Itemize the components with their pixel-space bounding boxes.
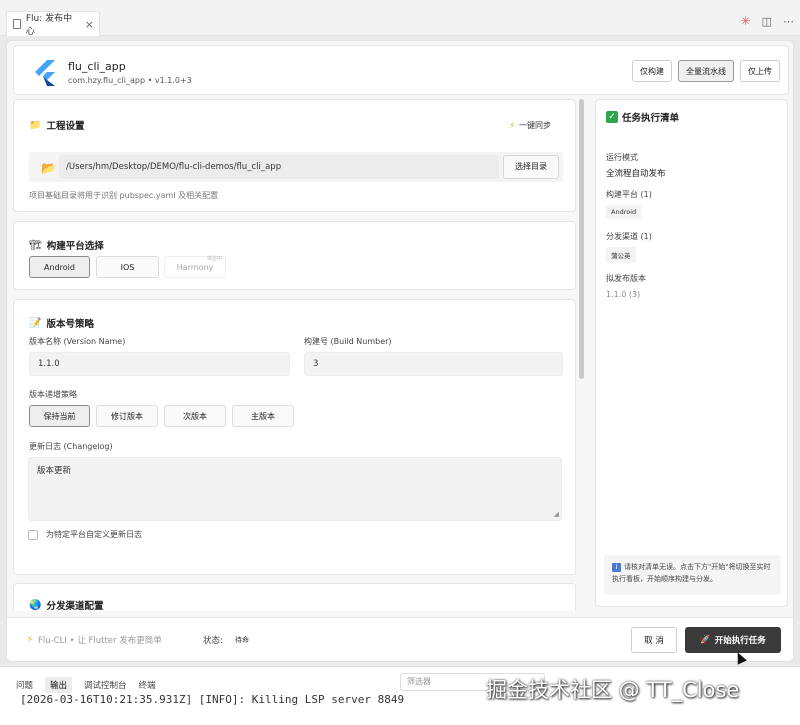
start-tasks-button[interactable]: 🚀 开始执行任务 [685, 627, 781, 653]
project-settings-card: 📁 工程设置 ⚡ 一键同步 📂 /Users/hm/Desktop/DEMO/f… [13, 99, 576, 212]
app-header: flu_cli_app com.hzy.flu_cli_app • v1.1.0… [13, 45, 789, 95]
resize-grip-icon[interactable]: ◢ [554, 510, 559, 518]
scrollbar-thumb[interactable] [579, 99, 584, 379]
release-version-label: 拟发布版本 [606, 274, 646, 283]
status-label: 状态: [203, 636, 223, 646]
custom-changelog-checkbox[interactable] [28, 529, 38, 540]
globe-icon: 🌏 [29, 599, 42, 611]
tab-actions: ✳ ◫ ⋯ [741, 14, 794, 28]
check-icon: ✓ [606, 111, 618, 123]
spark-icon[interactable]: ✳ [741, 14, 751, 28]
strategy-minor-button[interactable]: 次版本 [164, 405, 226, 427]
changelog-label: 更新日志 (Changelog) [29, 442, 113, 451]
build-number-label: 构建号 (Build Number) [304, 337, 392, 346]
platform-ios-button[interactable]: IOS [96, 256, 159, 278]
folder-open-icon: 📂 [41, 161, 56, 175]
more-icon[interactable]: ⋯ [783, 15, 794, 28]
channel-label: 分发渠道 (1) [606, 232, 652, 241]
bolt-icon: ⚡ [509, 121, 515, 130]
upload-only-button[interactable]: 仅上传 [740, 60, 780, 82]
folder-icon: 📁 [29, 119, 42, 131]
app-name: flu_cli_app [68, 60, 126, 73]
increment-strategy-label: 版本递增策略 [29, 390, 77, 399]
info-icon: i [612, 563, 621, 572]
strategy-major-button[interactable]: 主版本 [232, 405, 294, 427]
task-list-card: ✓ 任务执行清单 运行模式 全流程自动发布 构建平台 (1) Android 分… [595, 99, 788, 607]
tab-publish-center[interactable]: Flu: 发布中心 × [6, 11, 100, 37]
file-icon [13, 19, 21, 29]
cancel-button[interactable]: 取 消 [631, 627, 677, 653]
build-only-button[interactable]: 仅构建 [632, 60, 672, 82]
version-title: 📝 版本号策略 [29, 317, 94, 331]
distribution-card: 🌏 分发渠道配置 [13, 583, 576, 611]
build-icon: 🏗 [29, 239, 42, 251]
build-platform-label: 构建平台 (1) [606, 190, 652, 199]
run-mode-value: 全流程自动发布 [606, 169, 666, 179]
status-value: 待命 [235, 636, 249, 644]
watermark: 掘金技术社区 @ TT_Close [486, 678, 740, 702]
editor-tabstrip: Flu: 发布中心 × ✳ ◫ ⋯ [0, 0, 800, 37]
output-log-line: [2026-03-16T10:21:35.931Z] [INFO]: Killi… [20, 693, 405, 706]
run-mode-label: 运行模式 [606, 153, 638, 162]
tab-terminal[interactable]: 终端 [139, 679, 156, 691]
project-path-input[interactable]: /Users/hm/Desktop/DEMO/flu-cli-demos/flu… [59, 155, 499, 179]
project-settings-title: 📁 工程设置 [29, 119, 85, 133]
task-list-title: ✓ 任务执行清单 [606, 110, 679, 124]
bolt-icon: ⚡ [27, 635, 33, 645]
bottom-panel-tabs: 问题 输出 调试控制台 终端 [16, 677, 156, 693]
action-footer: ⚡ Flu-CLI • 让 Flutter 发布更简单 状态: 待命 取 消 🚀… [7, 617, 793, 661]
changelog-textarea[interactable]: 版本更新 ◢ [28, 457, 562, 521]
strategy-keep-button[interactable]: 保持当前 [29, 405, 90, 427]
rocket-icon: 🚀 [700, 635, 711, 645]
memo-icon: 📝 [29, 317, 42, 329]
footer-brand: ⚡ Flu-CLI • 让 Flutter 发布更简单 [27, 635, 162, 646]
strategy-patch-button[interactable]: 修订版本 [96, 405, 158, 427]
platform-chip: Android [606, 205, 642, 219]
channel-chip: 蒲公英 [606, 247, 636, 263]
settings-scroll-area[interactable]: 📁 工程设置 ⚡ 一键同步 📂 /Users/hm/Desktop/DEMO/f… [13, 99, 590, 611]
version-name-label: 版本名称 (Version Name) [29, 337, 126, 346]
split-editor-icon[interactable]: ◫ [762, 15, 772, 28]
beta-badge: 体验中 [206, 256, 222, 262]
tab-problems[interactable]: 问题 [16, 679, 33, 691]
build-number-input[interactable]: 3 [304, 352, 563, 376]
flutter-logo-icon [35, 60, 55, 86]
tab-title: Flu: 发布中心 [25, 14, 73, 37]
platform-android-button[interactable]: Android [29, 256, 90, 278]
platform-card: 🏗 构建平台选择 Android IOS Harmony 体验中 [13, 221, 576, 290]
distribution-title: 🌏 分发渠道配置 [29, 599, 104, 612]
project-path-row: 📂 /Users/hm/Desktop/DEMO/flu-cli-demos/f… [29, 152, 563, 182]
version-name-input[interactable]: 1.1.0 [29, 352, 290, 376]
platform-title: 🏗 构建平台选择 [29, 239, 104, 253]
close-icon[interactable]: × [85, 18, 94, 31]
tab-output[interactable]: 输出 [45, 677, 73, 693]
publish-panel: flu_cli_app com.hzy.flu_cli_app • v1.1.0… [6, 40, 794, 662]
choose-directory-button[interactable]: 选择目录 [503, 155, 559, 179]
task-notice: i 请核对清单无误。点击下方"开始"将切换至实时执行看板，开始顺序构建与分发。 [604, 555, 781, 595]
release-version-value: 1.1.0 (3) [606, 290, 641, 299]
platform-harmony-button[interactable]: Harmony 体验中 [164, 256, 226, 278]
project-path-hint: 项目基础目录将用于识别 pubspec.yaml 及相关配置 [29, 191, 219, 200]
mode-buttons: 仅构建 全量流水线 仅上传 [632, 60, 780, 82]
tab-debug-console[interactable]: 调试控制台 [84, 679, 127, 691]
custom-changelog-option[interactable]: 为特定平台自定义更新日志 [28, 529, 142, 540]
full-pipeline-button[interactable]: 全量流水线 [678, 60, 734, 82]
app-meta: com.hzy.flu_cli_app • v1.1.0+3 [68, 76, 192, 85]
one-click-sync-button[interactable]: ⚡ 一键同步 [509, 120, 551, 131]
